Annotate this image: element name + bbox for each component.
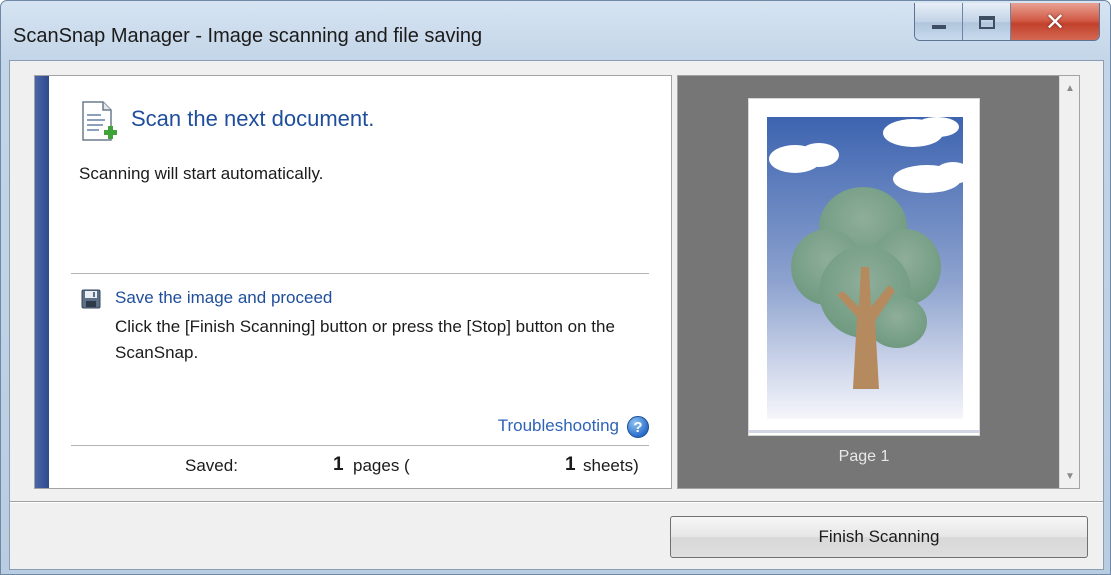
minimize-icon bbox=[931, 25, 946, 29]
pages-unit: pages ( bbox=[353, 456, 410, 475]
scroll-down-icon[interactable]: ▼ bbox=[1060, 466, 1080, 486]
window-title: ScanSnap Manager - Image scanning and fi… bbox=[13, 25, 483, 47]
preview-panel: Page 1 bbox=[677, 75, 1080, 489]
page-label: Page 1 bbox=[838, 448, 890, 465]
sheets-count: 1 bbox=[565, 454, 576, 475]
maximize-icon bbox=[978, 15, 995, 29]
scroll-up-icon[interactable]: ▲ bbox=[1060, 78, 1080, 98]
floppy-disk-icon bbox=[81, 289, 101, 309]
status-panel: Scan the next document. Scanning will st… bbox=[34, 75, 672, 489]
title-bar[interactable]: ScanSnap Manager - Image scanning and fi… bbox=[1, 1, 1110, 61]
divider bbox=[71, 273, 649, 274]
window-controls: ✕ bbox=[914, 3, 1100, 41]
save-instructions: Click the [Finish Scanning] button or pr… bbox=[115, 317, 615, 362]
thumbnail-baseline bbox=[748, 430, 980, 433]
saved-label: Saved: bbox=[185, 456, 238, 475]
divider bbox=[71, 445, 649, 446]
accent-strip bbox=[35, 76, 49, 488]
save-and-proceed-link[interactable]: Save the image and proceed bbox=[115, 288, 332, 308]
close-icon: ✕ bbox=[1044, 8, 1066, 36]
maximize-button[interactable] bbox=[963, 3, 1011, 40]
footer-separator bbox=[10, 501, 1103, 502]
pages-count: 1 bbox=[333, 454, 344, 475]
sheets-unit: sheets) bbox=[583, 456, 639, 475]
scanned-page-image bbox=[767, 117, 963, 419]
close-button[interactable]: ✕ bbox=[1011, 3, 1099, 40]
help-icon[interactable]: ? bbox=[627, 416, 649, 438]
troubleshooting-link[interactable]: Troubleshooting bbox=[498, 416, 619, 436]
client-area: Scan the next document. Scanning will st… bbox=[9, 60, 1104, 570]
finish-scanning-button[interactable]: Finish Scanning bbox=[670, 516, 1088, 558]
document-add-icon bbox=[82, 101, 117, 141]
preview-scrollbar[interactable]: ▲ ▼ bbox=[1059, 76, 1079, 488]
scan-next-heading: Scan the next document. bbox=[131, 106, 375, 131]
scansnap-window: ScanSnap Manager - Image scanning and fi… bbox=[0, 0, 1111, 575]
auto-start-text: Scanning will start automatically. bbox=[79, 164, 324, 183]
page-thumbnail[interactable] bbox=[748, 98, 980, 436]
minimize-button[interactable] bbox=[915, 3, 963, 40]
